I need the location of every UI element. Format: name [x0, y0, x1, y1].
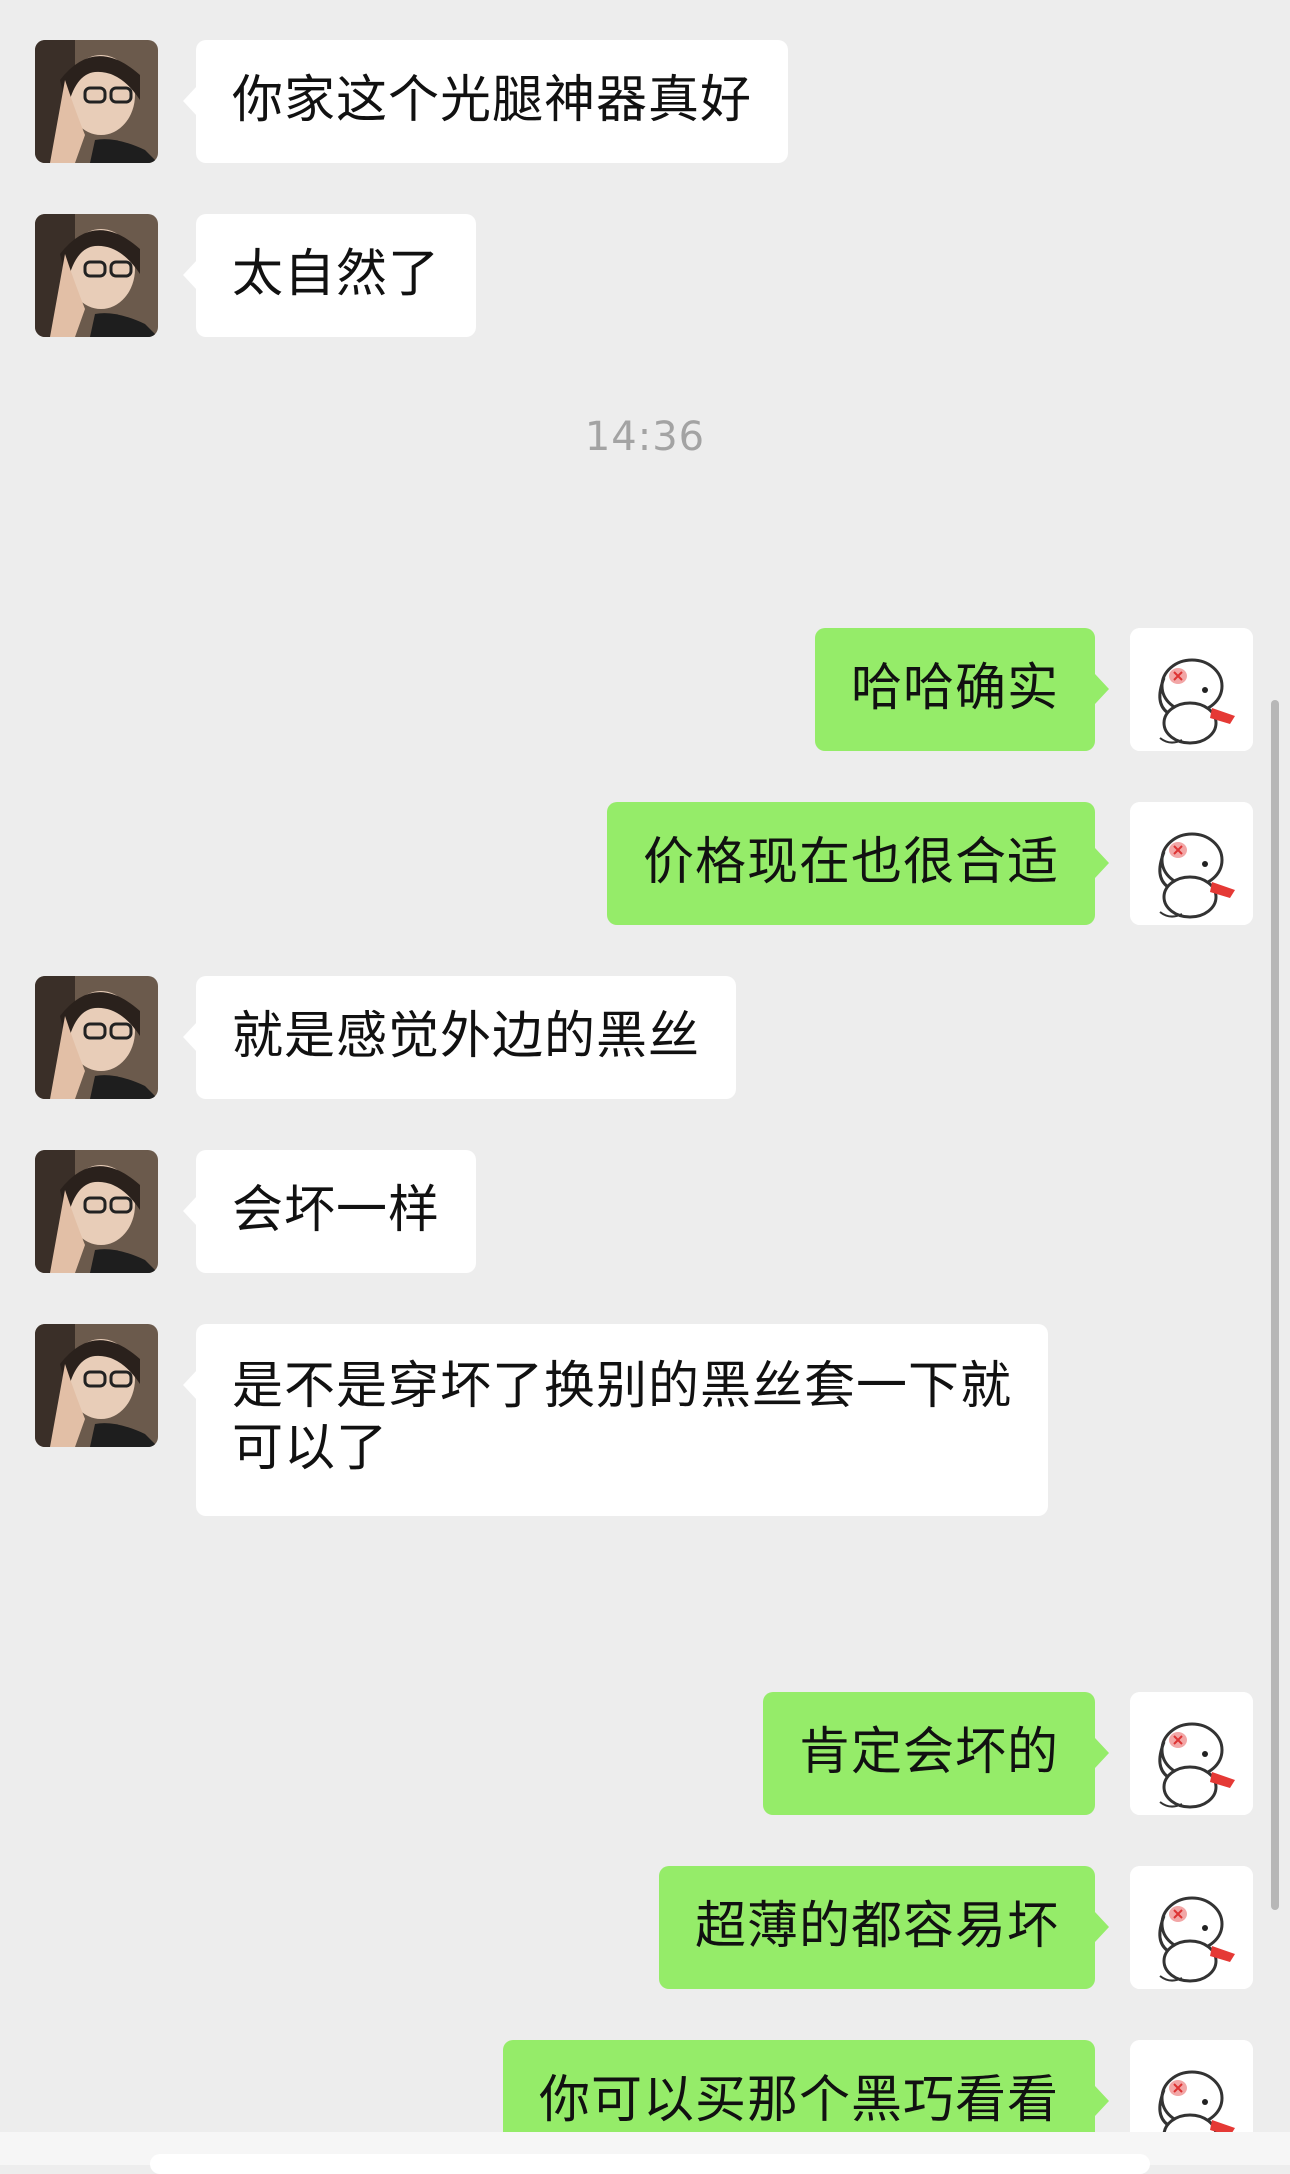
message-text: 肯定会坏的 [798, 1723, 1059, 1782]
message-text: 太自然了 [232, 245, 441, 304]
my-avatar[interactable] [1130, 2040, 1253, 2132]
incoming-message-bubble[interactable]: 就是感觉外边的黑丝 [182, 976, 737, 1099]
my-avatar[interactable] [1130, 628, 1253, 751]
outgoing-message-bubble[interactable]: 哈哈确实 [814, 628, 1110, 751]
incoming-message-bubble[interactable]: 会坏一样 [182, 1150, 477, 1273]
message-text: 超薄的都容易坏 [694, 1897, 1059, 1956]
contact-avatar[interactable] [35, 1150, 158, 1273]
message-text: 是不是穿坏了换别的黑丝套一下就可以了 [232, 1357, 1013, 1478]
incoming-message-bubble[interactable]: 是不是穿坏了换别的黑丝套一下就可以了 [183, 1324, 1048, 1516]
contact-photo-icon [35, 40, 158, 163]
message-text: 就是感觉外边的黑丝 [232, 1007, 701, 1066]
contact-avatar[interactable] [35, 1324, 158, 1447]
outgoing-message-bubble[interactable]: 价格现在也很合适 [606, 802, 1110, 925]
puppy-sticker-icon [1130, 1866, 1253, 1989]
incoming-message-bubble[interactable]: 你家这个光腿神器真好 [182, 40, 789, 163]
my-avatar[interactable] [1130, 1866, 1253, 1989]
incoming-message-bubble[interactable]: 太自然了 [182, 214, 477, 337]
contact-photo-icon [35, 1324, 158, 1447]
scrollbar[interactable] [1271, 700, 1279, 1910]
contact-photo-icon [35, 214, 158, 337]
contact-photo-icon [35, 976, 158, 1099]
message-text: 价格现在也很合适 [642, 833, 1059, 892]
input-bar [0, 2132, 1290, 2174]
puppy-sticker-icon [1130, 2040, 1253, 2132]
contact-avatar[interactable] [35, 976, 158, 1099]
message-row: 你可以买那个黑巧看看 [0, 2040, 1290, 2132]
puppy-sticker-icon [1130, 628, 1253, 751]
my-avatar[interactable] [1130, 1692, 1253, 1815]
message-input-edge[interactable] [150, 2154, 1150, 2174]
contact-avatar[interactable] [35, 214, 158, 337]
message-text: 你家这个光腿神器真好 [232, 71, 753, 130]
timestamp-divider: 14:36 [584, 414, 706, 460]
outgoing-message-bubble[interactable]: 超薄的都容易坏 [658, 1866, 1110, 1989]
message-text: 你可以买那个黑巧看看 [538, 2071, 1059, 2130]
puppy-sticker-icon [1130, 1692, 1253, 1815]
my-avatar[interactable] [1130, 802, 1253, 925]
puppy-sticker-icon [1130, 802, 1253, 925]
contact-avatar[interactable] [35, 40, 158, 163]
outgoing-message-bubble[interactable]: 肯定会坏的 [762, 1692, 1110, 1815]
message-text: 会坏一样 [232, 1181, 441, 1240]
contact-photo-icon [35, 1150, 158, 1273]
message-text: 哈哈确实 [850, 659, 1059, 718]
outgoing-message-bubble[interactable]: 你可以买那个黑巧看看 [502, 2040, 1110, 2132]
chat-message-list[interactable]: 你家这个光腿神器真好 太自然了 14:36 哈哈确实 价格现在也很合适 就是感觉… [0, 0, 1290, 2174]
